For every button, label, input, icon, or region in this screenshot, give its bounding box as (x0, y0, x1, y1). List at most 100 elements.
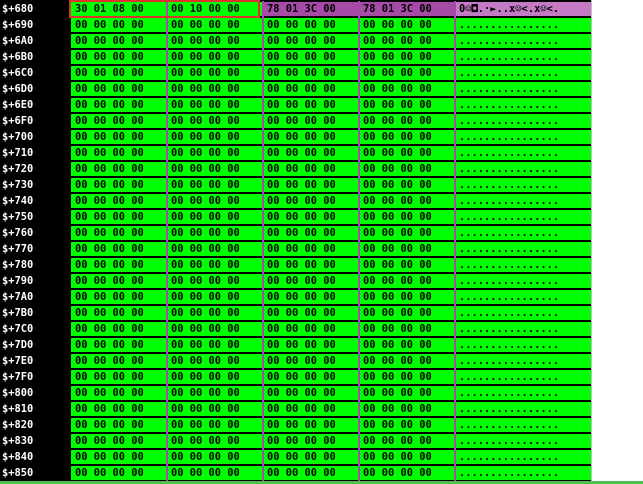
hex-byte-group[interactable]: 00 00 00 00 (263, 178, 359, 192)
hex-byte-group[interactable]: 00 00 00 00 (359, 146, 455, 160)
hex-byte-group[interactable]: 00 00 00 00 (71, 450, 167, 464)
hex-byte-group[interactable]: 00 00 00 00 (359, 354, 455, 368)
hex-byte-group[interactable]: 00 00 00 00 (71, 18, 167, 32)
hex-byte-group[interactable]: 00 00 00 00 (359, 82, 455, 96)
hex-byte-group[interactable]: 00 00 00 00 (263, 194, 359, 208)
hex-byte-group[interactable]: 00 00 00 00 (263, 114, 359, 128)
hex-byte-group[interactable]: 00 00 00 00 (71, 242, 167, 256)
ascii-column[interactable]: ................ (455, 402, 591, 416)
hex-byte-group[interactable]: 00 00 00 00 (263, 418, 359, 432)
hex-byte-group[interactable]: 00 00 00 00 (263, 386, 359, 400)
hex-byte-group[interactable]: 00 00 00 00 (359, 130, 455, 144)
hex-byte-group[interactable]: 00 00 00 00 (359, 34, 455, 48)
ascii-column[interactable]: ................ (455, 98, 591, 112)
ascii-column[interactable]: ................ (455, 226, 591, 240)
hex-byte-group[interactable]: 00 00 00 00 (167, 82, 263, 96)
hex-byte-group[interactable]: 00 00 00 00 (167, 242, 263, 256)
hex-byte-group[interactable]: 00 00 00 00 (359, 418, 455, 432)
hex-byte-group[interactable]: 00 00 00 00 (263, 18, 359, 32)
hex-byte-group[interactable]: 00 00 00 00 (167, 162, 263, 176)
ascii-column[interactable]: ................ (455, 242, 591, 256)
hex-byte-group[interactable]: 00 00 00 00 (263, 226, 359, 240)
hex-byte-group[interactable]: 00 00 00 00 (71, 66, 167, 80)
ascii-column[interactable]: ................ (455, 370, 591, 384)
hex-byte-group[interactable]: 00 00 00 00 (71, 82, 167, 96)
ascii-column[interactable]: ................ (455, 82, 591, 96)
hex-byte-group[interactable]: 00 00 00 00 (71, 354, 167, 368)
hex-byte-group[interactable]: 00 00 00 00 (71, 322, 167, 336)
hex-byte-group[interactable]: 00 00 00 00 (71, 386, 167, 400)
ascii-column[interactable]: ................ (455, 66, 591, 80)
ascii-column[interactable]: ................ (455, 322, 591, 336)
hex-byte-group[interactable]: 00 00 00 00 (167, 66, 263, 80)
hex-byte-group[interactable]: 00 00 00 00 (167, 434, 263, 448)
hex-byte-group[interactable]: 00 00 00 00 (263, 402, 359, 416)
ascii-column[interactable]: ................ (455, 418, 591, 432)
hex-byte-group[interactable]: 00 00 00 00 (359, 66, 455, 80)
hex-byte-group[interactable]: 00 00 00 00 (71, 338, 167, 352)
hex-byte-group[interactable]: 00 00 00 00 (359, 386, 455, 400)
hex-byte-group[interactable]: 00 00 00 00 (359, 114, 455, 128)
ascii-column[interactable]: ................ (455, 34, 591, 48)
hex-byte-group[interactable]: 00 00 00 00 (359, 226, 455, 240)
ascii-column[interactable]: ................ (455, 210, 591, 224)
hex-byte-group[interactable]: 00 00 00 00 (359, 162, 455, 176)
hex-byte-group[interactable]: 00 00 00 00 (359, 178, 455, 192)
hex-byte-group[interactable]: 00 00 00 00 (167, 354, 263, 368)
hex-byte-group[interactable]: 00 00 00 00 (71, 466, 167, 480)
hex-byte-group[interactable]: 00 00 00 00 (71, 226, 167, 240)
hex-byte-group[interactable]: 00 00 00 00 (167, 258, 263, 272)
ascii-column[interactable]: ................ (455, 386, 591, 400)
hex-byte-group[interactable]: 00 00 00 00 (263, 274, 359, 288)
hex-byte-group[interactable]: 00 00 00 00 (71, 258, 167, 272)
hex-byte-group[interactable]: 00 00 00 00 (167, 466, 263, 480)
hex-byte-group[interactable]: 00 00 00 00 (359, 290, 455, 304)
ascii-column[interactable]: ................ (455, 466, 591, 480)
ascii-column[interactable]: ................ (455, 450, 591, 464)
hex-byte-group[interactable]: 00 00 00 00 (263, 34, 359, 48)
hex-byte-group[interactable]: 00 00 00 00 (359, 322, 455, 336)
hex-byte-group[interactable]: 00 00 00 00 (359, 242, 455, 256)
hex-byte-group[interactable]: 00 00 00 00 (71, 434, 167, 448)
hex-byte-group[interactable]: 00 00 00 00 (263, 130, 359, 144)
hex-byte-group[interactable]: 00 00 00 00 (263, 210, 359, 224)
ascii-column[interactable]: ................ (455, 146, 591, 160)
hex-byte-group[interactable]: 00 00 00 00 (359, 98, 455, 112)
hex-byte-group[interactable]: 00 00 00 00 (263, 306, 359, 320)
hex-byte-group[interactable]: 78 01 3C 00 (359, 2, 455, 16)
hex-byte-group[interactable]: 00 00 00 00 (359, 450, 455, 464)
hex-byte-group[interactable]: 00 00 00 00 (167, 226, 263, 240)
hex-byte-group[interactable]: 00 00 00 00 (167, 274, 263, 288)
hex-byte-group[interactable]: 00 00 00 00 (71, 162, 167, 176)
hex-byte-group[interactable]: 00 00 00 00 (359, 370, 455, 384)
hex-byte-group[interactable]: 00 00 00 00 (71, 306, 167, 320)
hex-byte-group[interactable]: 00 00 00 00 (263, 242, 359, 256)
hex-byte-group[interactable]: 00 00 00 00 (71, 402, 167, 416)
hex-byte-group[interactable]: 00 00 00 00 (263, 146, 359, 160)
ascii-column[interactable]: ................ (455, 354, 591, 368)
hex-byte-group[interactable]: 00 00 00 00 (167, 178, 263, 192)
hex-byte-group[interactable]: 00 00 00 00 (167, 146, 263, 160)
ascii-column[interactable]: ................ (455, 274, 591, 288)
hex-byte-group[interactable]: 00 00 00 00 (167, 18, 263, 32)
hex-byte-group[interactable]: 00 00 00 00 (167, 370, 263, 384)
hex-byte-group[interactable]: 00 00 00 00 (167, 450, 263, 464)
hex-byte-group[interactable]: 00 00 00 00 (263, 50, 359, 64)
hex-byte-group[interactable]: 00 00 00 00 (263, 290, 359, 304)
hex-byte-group[interactable]: 00 00 00 00 (167, 98, 263, 112)
ascii-column[interactable]: ................ (455, 194, 591, 208)
hex-byte-group[interactable]: 00 00 00 00 (71, 370, 167, 384)
hex-byte-group[interactable]: 00 00 00 00 (359, 338, 455, 352)
hex-byte-group[interactable]: 00 00 00 00 (71, 290, 167, 304)
ascii-column[interactable]: ................ (455, 178, 591, 192)
hex-byte-group[interactable]: 00 00 00 00 (71, 274, 167, 288)
hex-byte-group[interactable]: 00 00 00 00 (263, 82, 359, 96)
ascii-column[interactable]: ................ (455, 114, 591, 128)
ascii-column[interactable]: 0☺◘.·►..x☺<.x☺<. (455, 2, 591, 16)
hex-byte-group[interactable]: 00 00 00 00 (167, 50, 263, 64)
hex-byte-group[interactable]: 00 00 00 00 (71, 50, 167, 64)
hex-byte-group[interactable]: 00 00 00 00 (167, 194, 263, 208)
ascii-column[interactable]: ................ (455, 50, 591, 64)
hex-byte-group[interactable]: 00 00 00 00 (263, 98, 359, 112)
hex-byte-group[interactable]: 00 00 00 00 (167, 322, 263, 336)
